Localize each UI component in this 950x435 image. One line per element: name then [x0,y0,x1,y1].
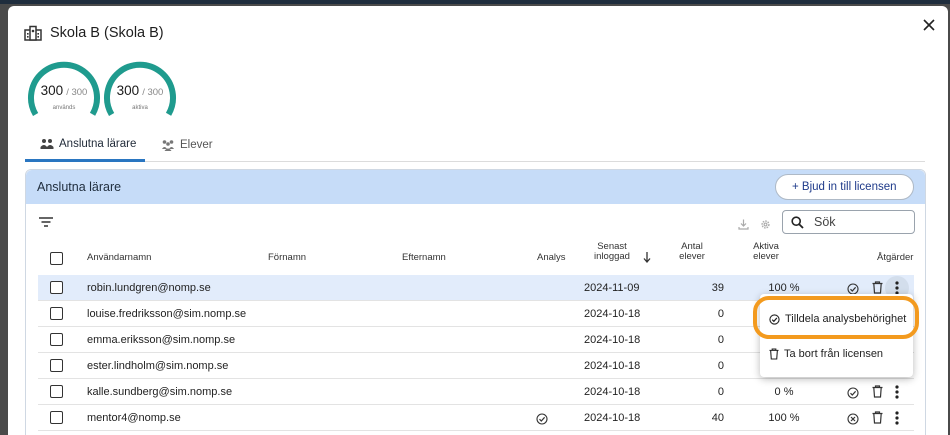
cell-students: 0 [717,334,724,346]
search-icon [791,215,804,229]
table-row[interactable]: kalle.sundberg@sim.nomp.se 2024-10-18 0 … [38,379,914,405]
analysis-check-icon [536,412,548,430]
assign-analysis-menu-item[interactable]: Tilldela analysbehörighet [760,305,913,333]
select-all-checkbox[interactable] [50,252,63,265]
cell-last-login: 2024-10-18 [584,334,641,346]
col-active-line2: elever [753,251,779,262]
cell-active: 0 % [774,386,794,398]
col-username[interactable]: Användarnamn [87,253,151,263]
trash-icon [769,348,779,360]
teachers-icon [40,138,54,149]
gauge-active-value: 300/ 300 [103,83,177,98]
trash-icon[interactable] [872,411,883,429]
gauge-used-max: / 300 [66,87,88,98]
col-students[interactable]: Antal elever [674,242,710,262]
row-checkbox[interactable] [50,333,63,346]
row-checkbox[interactable] [50,385,63,398]
remove-from-license-menu-item[interactable]: Ta bort från licensen [760,340,913,368]
gauge-active: 300/ 300 aktiva [103,53,177,123]
invite-button[interactable]: + Bjud in till licensen [775,174,914,200]
cell-last-login: 2024-10-18 [584,412,641,424]
sort-arrow-icon[interactable] [643,250,651,268]
more-vert-icon[interactable] [895,385,899,404]
cell-active: 100 % [768,282,800,294]
cell-students: 0 [717,308,724,320]
cell-username: louise.fredriksson@sim.nomp.se [87,308,247,320]
assign-analysis-label: Tilldela analysbehörighet [785,313,907,325]
remove-from-license-label: Ta bort från licensen [784,348,884,360]
cell-username: robin.lundgren@nomp.se [87,282,211,294]
col-actions: Åtgärder [877,252,914,263]
row-context-menu: Tilldela analysbehörighet Ta bort från l… [760,294,913,377]
close-icon [923,19,935,31]
x-circle-icon[interactable] [847,412,859,430]
settings-icon[interactable] [760,217,771,235]
more-vert-icon[interactable] [895,411,899,430]
row-checkbox[interactable] [50,281,63,294]
table-row[interactable]: mentor4@nomp.se 2024-10-18 40 100 % [38,405,914,431]
students-icon [162,140,174,151]
gauge-used: 300/ 300 används [27,53,101,123]
cell-username: mentor4@nomp.se [87,412,181,424]
download-icon[interactable] [738,217,749,235]
cell-last-login: 2024-10-18 [584,386,641,398]
trash-icon[interactable] [872,385,883,403]
gauge-used-value: 300/ 300 [27,83,101,98]
col-last-login-line2: inloggad [594,251,630,262]
cell-active: 100 % [768,412,800,424]
cell-students: 0 [717,360,724,372]
tab-elever[interactable]: Elever [161,128,213,162]
search-input[interactable] [814,215,904,229]
row-checkbox[interactable] [50,307,63,320]
school-icon [24,25,42,41]
col-active-students[interactable]: Aktiva elever [746,242,786,262]
search-field[interactable] [782,210,915,234]
row-checkbox[interactable] [50,411,63,424]
check-circle-icon [769,313,780,325]
row-checkbox[interactable] [50,359,63,372]
cell-students: 0 [717,386,724,398]
panel-header: Anslutna lärare + Bjud in till licensen [26,170,925,204]
gauge-used-label: används [52,105,76,111]
dialog-header: Skola B (Skola B) [24,25,164,41]
school-title: Skola B (Skola B) [50,25,164,41]
cell-last-login: 2024-10-18 [584,360,641,372]
gauge-active-number: 300 [116,83,140,98]
filter-icon [39,217,53,227]
col-lastname[interactable]: Efternamn [402,253,446,263]
background-top-band [0,0,950,4]
gauge-active-label: aktiva [132,105,148,111]
gauge-active-max: / 300 [142,87,164,98]
panel-title: Anslutna lärare [37,180,122,194]
check-circle-icon[interactable] [847,386,859,404]
tab-anslutna-larare-label: Anslutna lärare [59,137,137,150]
tab-bar: Anslutna lärare Elever [25,128,925,162]
close-button[interactable] [918,14,940,36]
cell-students: 40 [711,412,724,424]
col-firstname[interactable]: Förnamn [268,253,306,263]
gauge-used-number: 300 [40,83,64,98]
tab-elever-label: Elever [180,139,213,151]
cell-username: emma.eriksson@sim.nomp.se [87,334,236,346]
cell-last-login: 2024-10-18 [584,308,641,320]
cell-username: ester.lindholm@sim.nomp.se [87,360,229,372]
col-students-line2: elever [679,251,705,262]
license-dialog: Skola B (Skola B) 300/ 300 används 300/ … [8,6,948,435]
cell-last-login: 2024-11-09 [584,282,640,294]
cell-username: kalle.sundberg@sim.nomp.se [87,386,233,398]
tab-anslutna-larare[interactable]: Anslutna lärare [25,128,145,162]
cell-students: 39 [711,282,724,294]
filter-button[interactable] [39,214,53,232]
col-analysis[interactable]: Analys [537,253,566,263]
col-last-login[interactable]: Senast inloggad [586,242,638,262]
